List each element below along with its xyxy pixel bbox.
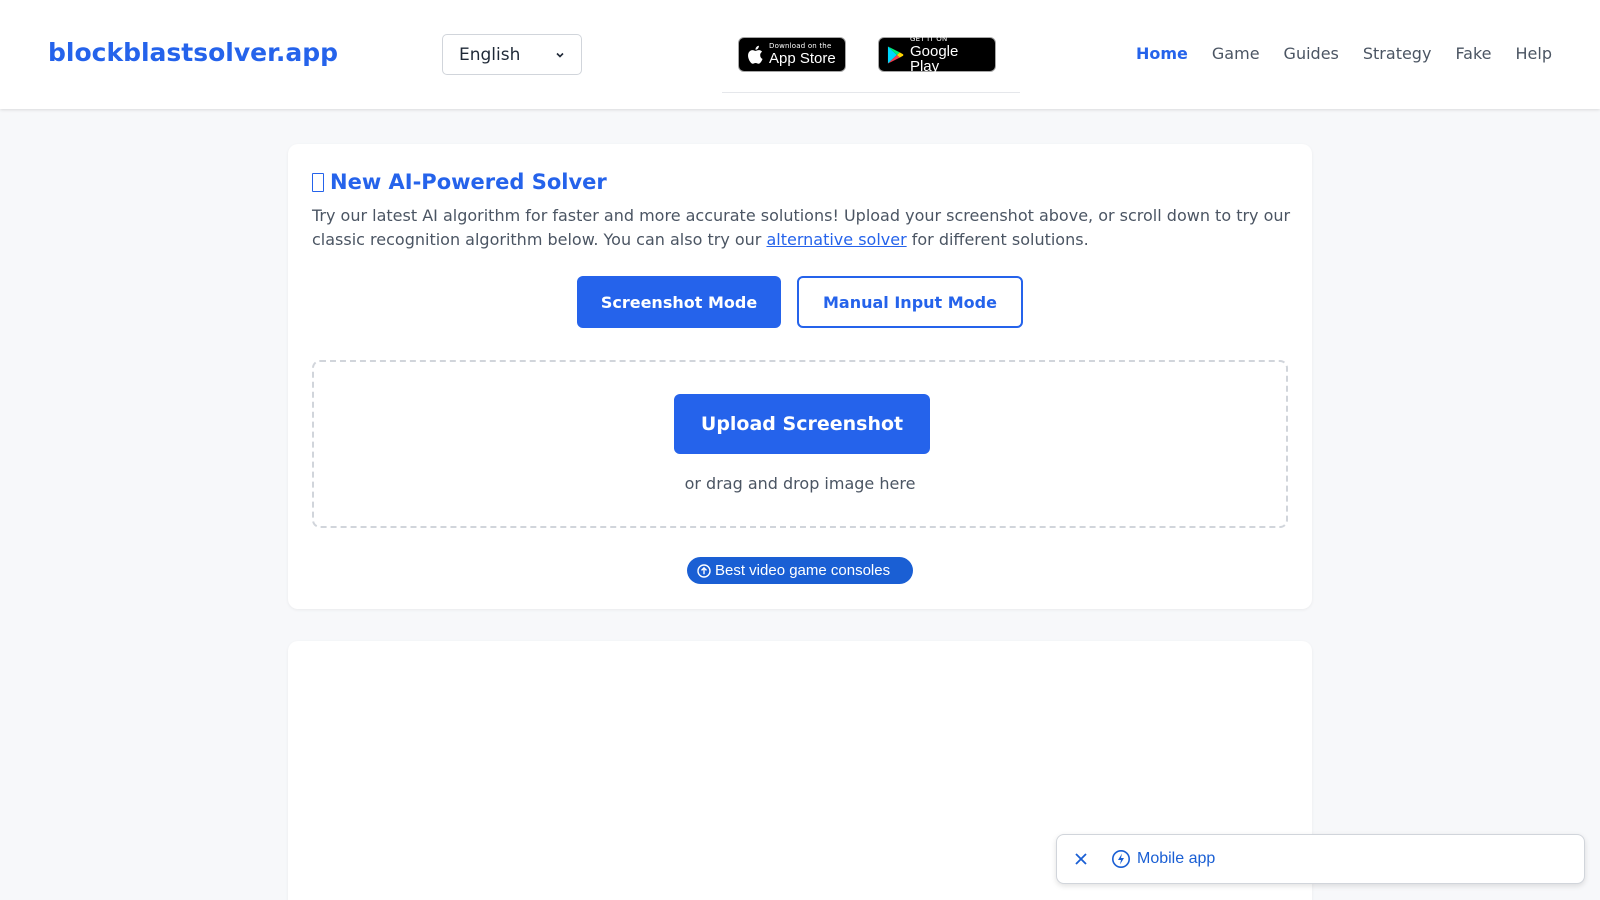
close-icon[interactable] (1071, 849, 1091, 869)
apple-icon (748, 45, 763, 64)
mobile-app-bar[interactable]: Mobile app (1056, 834, 1585, 884)
site-logo[interactable]: blockblastsolver.app (48, 38, 338, 67)
app-store-badge[interactable]: Download on the App Store (738, 37, 846, 72)
language-select[interactable]: English (442, 34, 582, 75)
alternative-solver-link[interactable]: alternative solver (766, 230, 906, 249)
appstore-small-text: Download on the (769, 42, 832, 50)
nav-help[interactable]: Help (1516, 44, 1552, 63)
arrow-up-circle-icon (697, 563, 711, 578)
manual-input-mode-button[interactable]: Manual Input Mode (797, 276, 1023, 328)
nav-strategy[interactable]: Strategy (1363, 44, 1432, 63)
nav-guides[interactable]: Guides (1284, 44, 1339, 63)
appstore-big-text: App Store (769, 50, 836, 67)
upload-screenshot-button[interactable]: Upload Screenshot (674, 394, 930, 454)
bolt-circle-icon (1112, 850, 1130, 868)
sparkle-icon (312, 172, 324, 192)
gplay-small-text: GET IT ON (909, 34, 948, 43)
upload-dropzone[interactable]: Upload Screenshot or drag and drop image… (312, 360, 1288, 528)
ad-pill-link[interactable]: Best video game consoles (687, 557, 913, 584)
main-nav: Home Game Guides Strategy Fake Help (1136, 44, 1552, 63)
card-description: Try our latest AI algorithm for faster a… (312, 204, 1292, 252)
ad-pill-label: Best video game consoles (715, 562, 891, 579)
card-title: New AI-Powered Solver (312, 170, 607, 194)
nav-fake[interactable]: Fake (1455, 44, 1491, 63)
gplay-big-text: Google Play (909, 42, 959, 75)
drop-hint: or drag and drop image here (684, 474, 916, 493)
language-selected-value: English (459, 44, 521, 65)
mobile-app-label: Mobile app (1137, 850, 1216, 867)
desc-text-after: for different solutions. (906, 230, 1089, 249)
site-header: blockblastsolver.app English Download on… (0, 0, 1600, 109)
ai-solver-card: New AI-Powered Solver Try our latest AI … (288, 144, 1312, 609)
screenshot-mode-button[interactable]: Screenshot Mode (577, 276, 781, 328)
google-play-badge[interactable]: GET IT ON Google Play (878, 34, 996, 75)
nav-home[interactable]: Home (1136, 44, 1188, 63)
google-play-icon (887, 46, 904, 63)
nav-game[interactable]: Game (1212, 44, 1260, 63)
card-title-text: New AI-Powered Solver (330, 170, 607, 194)
badge-divider (722, 92, 1020, 93)
chevron-down-icon (556, 52, 564, 58)
